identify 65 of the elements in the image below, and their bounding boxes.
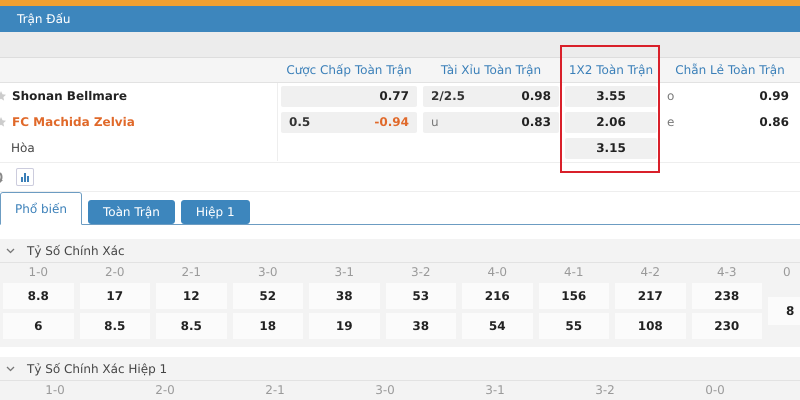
column-header: Tài Xỉu Toàn Trận: [440, 63, 542, 77]
tab[interactable]: Phổ biến: [0, 192, 82, 225]
score-label: 0-0: [704, 383, 726, 397]
odds-button[interactable]: 54: [462, 313, 532, 339]
odds-button[interactable]: 217: [615, 283, 686, 309]
score-label: 3-1: [333, 265, 356, 279]
score-label: 2-0: [104, 265, 126, 279]
odds-button[interactable]: o 0.99: [663, 86, 797, 106]
chevron-down-icon: [6, 366, 15, 372]
score-label: 4-2: [639, 265, 662, 279]
column-header: Chẵn Lẻ Toàn Trận: [675, 63, 785, 77]
odds-button[interactable]: 12: [156, 283, 226, 309]
odds-button[interactable]: 55: [538, 313, 609, 339]
score-label: 0: [782, 265, 792, 279]
team-name: Shonan Bellmare: [12, 89, 127, 103]
score-label: 2-0: [154, 383, 176, 397]
odds-button[interactable]: 8.5: [156, 313, 226, 339]
odds-button[interactable]: 3.55: [565, 86, 657, 106]
score-label: 3-0: [374, 383, 396, 397]
odds-button[interactable]: 53: [386, 283, 456, 309]
score-label: 2-1: [264, 383, 286, 397]
odds-button[interactable]: 230: [692, 313, 762, 339]
odds-button[interactable]: 8.8: [3, 283, 74, 309]
odds-button[interactable]: 0.77: [281, 86, 417, 106]
column-header: 1X2 Toàn Trận: [568, 63, 654, 77]
section-header[interactable]: Tỷ Số Chính Xác: [0, 239, 800, 263]
score-label: 3-0: [256, 265, 279, 279]
odds-button[interactable]: 108: [615, 313, 686, 339]
team-name: FC Machida Zelvia: [12, 115, 135, 129]
chevron-down-icon: [6, 248, 15, 254]
odds-button[interactable]: u 0.83: [423, 112, 559, 132]
odds-button[interactable]: e 0.86: [663, 112, 797, 132]
odds-button[interactable]: 18: [232, 313, 303, 339]
score-label: 4-3: [716, 265, 738, 279]
tab[interactable]: Hiệp 1: [180, 200, 250, 224]
score-label: 3-2: [594, 383, 616, 397]
column-header: Cược Chấp Toàn Trận: [286, 63, 412, 77]
section-header[interactable]: Tỷ Số Chính Xác Hiệp 1: [0, 357, 800, 381]
score-label: 3-2: [410, 265, 432, 279]
odds-button[interactable]: 2/2.5 0.98: [423, 86, 559, 106]
odds-button[interactable]: 19: [309, 313, 380, 339]
odds-button[interactable]: 38: [309, 283, 380, 309]
score-label: 2-1: [180, 265, 202, 279]
score-label: 1-0: [27, 265, 50, 279]
odds-button[interactable]: 6: [3, 313, 74, 339]
odds-button[interactable]: 0.5 -0.94: [281, 112, 417, 132]
team-name: Hòa: [11, 141, 35, 155]
odds-button[interactable]: 156: [538, 283, 609, 309]
odds-button[interactable]: 17: [80, 283, 150, 309]
score-label: 1-0: [44, 383, 66, 397]
odds-button[interactable]: 38: [386, 313, 456, 339]
tab[interactable]: Toàn Trận: [88, 200, 175, 224]
score-label: 4-1: [562, 265, 585, 279]
odds-button[interactable]: 8: [768, 297, 800, 325]
odds-button[interactable]: 8.5: [80, 313, 150, 339]
odds-button[interactable]: 3.15: [565, 138, 657, 158]
window-title: Trận Đấu: [17, 12, 71, 26]
score-label: 3-1: [484, 383, 506, 397]
odds-button[interactable]: 238: [692, 283, 762, 309]
odds-button[interactable]: 52: [232, 283, 303, 309]
stats-button[interactable]: [16, 168, 34, 186]
odds-button[interactable]: 2.06: [565, 112, 657, 132]
score-label: 4-0: [486, 265, 508, 279]
odds-button[interactable]: 216: [462, 283, 532, 309]
bar-chart-icon: [20, 172, 30, 182]
